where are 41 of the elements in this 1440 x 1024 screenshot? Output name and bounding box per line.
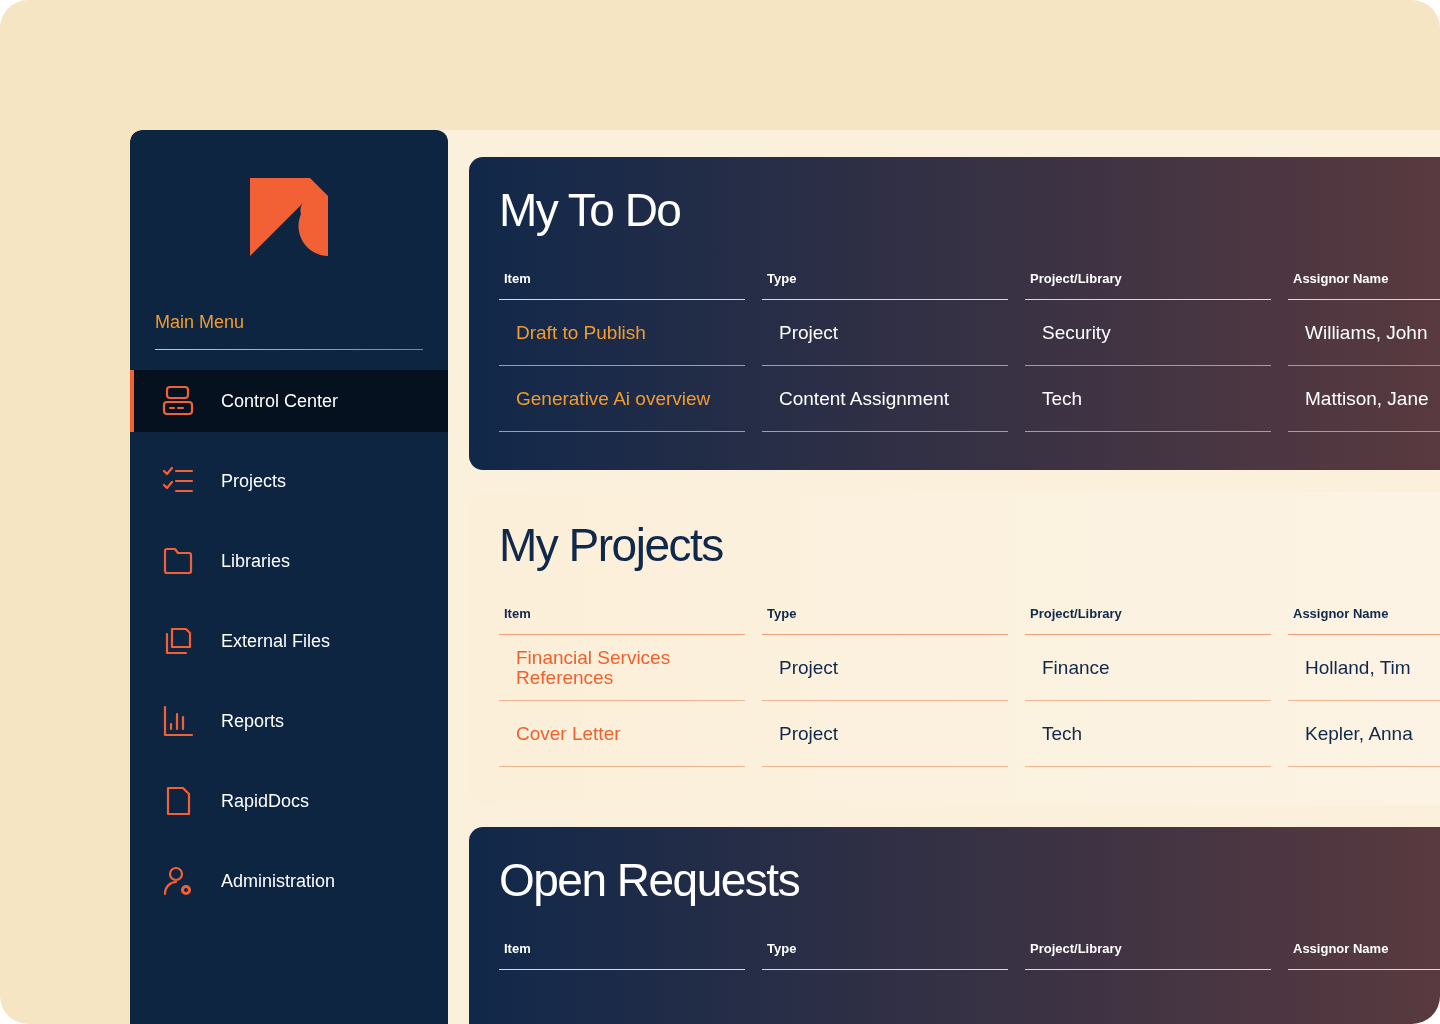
table-cell: Holland, Tim (1288, 635, 1440, 701)
column-header: Project/Library (1025, 606, 1271, 635)
table-cell: Mattison, Jane (1288, 366, 1440, 432)
sidebar-item[interactable]: Projects (130, 450, 448, 512)
item-link[interactable]: Draft to Publish (499, 300, 745, 366)
column-header: Item (499, 941, 745, 970)
logo-icon (250, 178, 328, 256)
panel-title: My To Do (499, 183, 682, 237)
table-cell: Tech (1025, 701, 1271, 767)
table-cell: Finance (1025, 635, 1271, 701)
table-cell: Security (1025, 300, 1271, 366)
sidebar-item[interactable]: RapidDocs (130, 770, 448, 832)
column-header: Type (762, 606, 1008, 635)
menu-heading: Main Menu (155, 312, 246, 333)
column-header: Project/Library (1025, 271, 1271, 300)
column-header: Type (762, 941, 1008, 970)
table-cell: Project (762, 300, 1008, 366)
panel-title: My Projects (499, 518, 724, 572)
sidebar-item[interactable]: Libraries (130, 530, 448, 592)
column-header: Assignor Name (1288, 606, 1440, 635)
panel-title: Open Requests (499, 853, 801, 907)
column-header: Type (762, 271, 1008, 300)
table-cell: Content Assignment (762, 366, 1008, 432)
table-cell: Kepler, Anna (1288, 701, 1440, 767)
column-header: Item (499, 271, 745, 300)
table-cell: Tech (1025, 366, 1271, 432)
sidebar-item[interactable]: Control Center (130, 370, 448, 432)
sidebar-item[interactable]: Administration (130, 850, 448, 912)
sidebar-item[interactable]: Reports (130, 690, 448, 752)
column-header: Item (499, 606, 745, 635)
bar-chart-icon (162, 705, 194, 737)
table-cell: Williams, John (1288, 300, 1440, 366)
table-cell: Project (762, 635, 1008, 701)
server-icon (162, 385, 194, 417)
item-link[interactable]: Generative Ai overview (499, 366, 745, 432)
folder-icon (162, 545, 194, 577)
table-cell: Project (762, 701, 1008, 767)
column-header: Assignor Name (1288, 941, 1440, 970)
column-header: Project/Library (1025, 941, 1271, 970)
column-header: Assignor Name (1288, 271, 1440, 300)
sidebar-item[interactable]: External Files (130, 610, 448, 672)
